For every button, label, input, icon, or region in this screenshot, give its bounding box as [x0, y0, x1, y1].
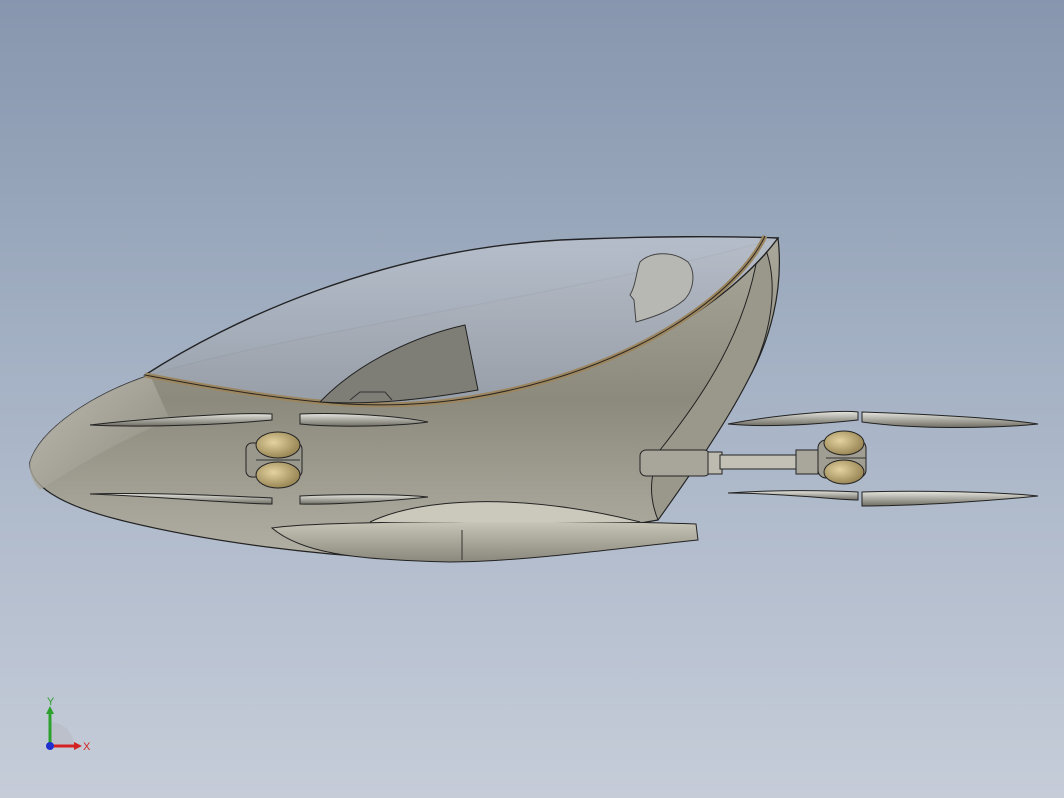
y-axis-label: Y	[47, 696, 55, 708]
rear-blade-upper	[727, 411, 859, 427]
aircraft-model[interactable]	[0, 0, 1064, 798]
axis-triad: Y X	[46, 696, 91, 753]
rear-blade-lower	[727, 490, 859, 501]
tail-boom	[639, 449, 819, 477]
landing-skid	[270, 520, 699, 563]
graphics-viewport[interactable]: Y X	[0, 0, 1064, 798]
rear-rotor-hub	[817, 430, 867, 485]
z-axis-dot	[46, 742, 54, 750]
x-axis-label: X	[83, 741, 91, 753]
